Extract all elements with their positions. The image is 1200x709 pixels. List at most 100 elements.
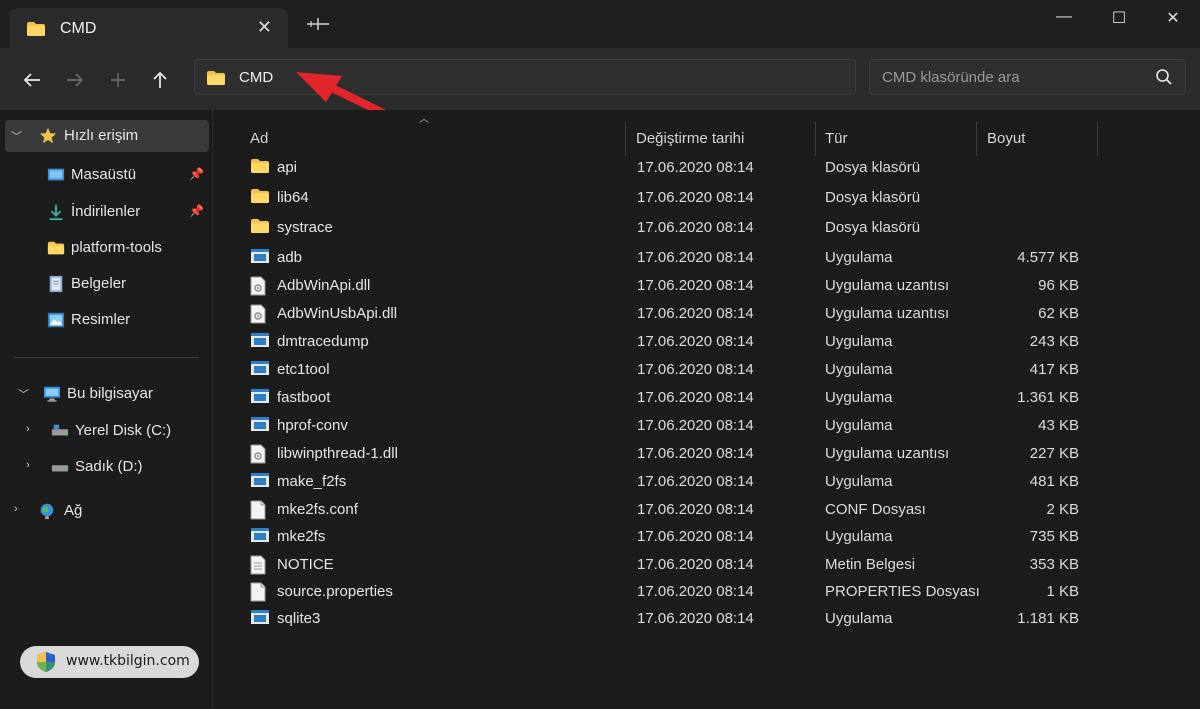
column-header-name[interactable]: Ad (240, 120, 626, 156)
file-name: mke2fs (277, 528, 326, 545)
file-date: 17.06.2020 08:14 (637, 219, 754, 236)
chevron-down-icon[interactable]: ﹀ (18, 386, 29, 402)
recent-locations-icon[interactable] (103, 65, 133, 95)
column-header-size[interactable]: Boyut (977, 120, 1098, 156)
file-name: fastboot (277, 389, 331, 406)
sidebar-item-documents[interactable]: Belgeler (0, 268, 210, 300)
sidebar-item-label: Belgeler (71, 275, 127, 292)
chevron-down-icon[interactable]: ﹀ (11, 128, 22, 144)
shield-icon (37, 652, 55, 672)
pin-icon[interactable]: 📌 (189, 204, 204, 218)
minimize-button[interactable]: — (1046, 8, 1082, 30)
file-date: 17.06.2020 08:14 (637, 189, 754, 206)
file-row[interactable]: libwinpthread-1.dll 17.06.2020 08:14 Uygul… (240, 440, 1090, 467)
file-date: 17.06.2020 08:14 (637, 159, 754, 176)
sidebar-item-desktop[interactable]: Masaüstü 📌 (0, 159, 210, 191)
sidebar-item-drive-d[interactable]: › Sadık (D:) (0, 451, 210, 483)
file-type: Dosya klasörü (825, 219, 921, 236)
file-icon (250, 582, 270, 602)
file-date: 17.06.2020 08:14 (637, 249, 754, 266)
file-size: 4.577 KB (1017, 249, 1079, 266)
pin-icon[interactable]: 📌 (189, 167, 204, 181)
back-arrow-icon[interactable] (18, 65, 48, 95)
file-row[interactable]: adb 17.06.2020 08:14 Uygulama 4.577 KB (240, 244, 1090, 271)
sidebar-item-label: Sadık (D:) (75, 458, 143, 475)
new-tab-icon[interactable] (305, 16, 331, 32)
chevron-right-icon[interactable]: › (26, 459, 30, 471)
file-row[interactable]: mke2fs 17.06.2020 08:14 Uygulama 735 KB (240, 523, 1090, 550)
file-date: 17.06.2020 08:14 (637, 556, 754, 573)
column-header-date[interactable]: Değiştirme tarihi (626, 120, 816, 156)
dll-icon (250, 304, 270, 324)
file-date: 17.06.2020 08:14 (637, 445, 754, 462)
file-name: make_f2fs (277, 473, 347, 490)
sidebar-divider (14, 357, 199, 358)
network-icon (40, 503, 54, 520)
sidebar-item-downloads[interactable]: İndirilenler 📌 (0, 196, 210, 228)
file-date: 17.06.2020 08:14 (637, 473, 754, 490)
text-file-icon (250, 555, 270, 575)
forward-arrow-icon[interactable] (60, 65, 90, 95)
file-row[interactable]: source.properties 17.06.2020 08:14 PROPERT… (240, 578, 1090, 605)
file-row[interactable]: etc1tool 17.06.2020 08:14 Uygulama 417 KB (240, 356, 1090, 383)
file-row[interactable]: dmtracedump 17.06.2020 08:14 Uygulama 243 K… (240, 328, 1090, 355)
file-icon (250, 500, 270, 520)
file-type: CONF Dosyası (825, 501, 926, 518)
file-row[interactable]: sqlite3 17.06.2020 08:14 Uygulama 1.181 KB (240, 605, 1090, 632)
folder-icon (250, 188, 270, 206)
sidebar-item-platform-tools[interactable]: platform-tools (0, 232, 210, 264)
sidebar-item-local-disk-c[interactable]: › Yerel Disk (C:) (0, 415, 210, 447)
app-icon (250, 248, 270, 266)
file-size: 2 KB (1046, 501, 1079, 518)
file-type: Uygulama uzantısı (825, 277, 950, 294)
file-row[interactable]: hprof-conv 17.06.2020 08:14 Uygulama 43 KB (240, 412, 1090, 439)
file-row[interactable]: AdbWinUsbApi.dll 17.06.2020 08:14 Uygulama… (240, 300, 1090, 327)
file-date: 17.06.2020 08:14 (637, 501, 754, 518)
sidebar-item-label: platform-tools (71, 239, 162, 256)
column-header-label: Ad (250, 130, 269, 147)
app-icon (250, 609, 270, 627)
file-row[interactable]: systrace 17.06.2020 08:14 Dosya klasörü (240, 214, 1090, 241)
app-icon (250, 388, 270, 406)
file-type: Uygulama (825, 610, 893, 627)
up-arrow-icon[interactable] (145, 65, 175, 95)
search-box[interactable]: CMD klasöründe ara (869, 59, 1186, 95)
tab-close-button[interactable]: ✕ (257, 17, 272, 38)
sidebar-item-label: İndirilenler (71, 203, 141, 220)
file-date: 17.06.2020 08:14 (637, 305, 754, 322)
search-icon[interactable] (1155, 68, 1173, 86)
sidebar-item-pictures[interactable]: Resimler (0, 304, 210, 336)
file-name: hprof-conv (277, 417, 348, 434)
file-row[interactable]: api 17.06.2020 08:14 Dosya klasörü (240, 154, 1090, 181)
file-type: Uygulama (825, 361, 893, 378)
sidebar-item-quick-access[interactable]: ﹀ Hızlı erişim (5, 120, 209, 152)
file-type: Uygulama (825, 249, 893, 266)
file-name: source.properties (277, 583, 393, 600)
chevron-right-icon[interactable]: › (26, 423, 30, 435)
file-row[interactable]: lib64 17.06.2020 08:14 Dosya klasörü (240, 184, 1090, 211)
sidebar-item-this-pc[interactable]: ﹀ Bu bilgisayar (0, 378, 210, 410)
tab-cmd[interactable]: CMD ✕ (10, 8, 288, 50)
dll-icon (250, 444, 270, 464)
file-row[interactable]: AdbWinApi.dll 17.06.2020 08:14 Uygulama uz… (240, 272, 1090, 299)
sidebar-item-network[interactable]: › Ağ (0, 495, 210, 527)
file-row[interactable]: make_f2fs 17.06.2020 08:14 Uygulama 481 KB (240, 468, 1090, 495)
computer-icon (43, 386, 61, 402)
file-row[interactable]: fastboot 17.06.2020 08:14 Uygulama 1.361 KB (240, 384, 1090, 411)
maximize-button[interactable]: ☐ (1101, 8, 1137, 30)
app-icon (250, 472, 270, 490)
column-header-label: Değiştirme tarihi (636, 130, 745, 147)
close-window-button[interactable]: ✕ (1155, 8, 1191, 30)
file-type: Metin Belgesi (825, 556, 916, 573)
file-name: mke2fs.conf (277, 501, 358, 518)
toolbar: CMD CMD klasöründe ara (0, 48, 1200, 110)
folder-icon (27, 22, 45, 36)
file-row[interactable]: NOTICE 17.06.2020 08:14 Metin Belgesi 353 K… (240, 551, 1090, 578)
sidebar-item-label: Ağ (64, 502, 83, 519)
column-header-type[interactable]: Tür (815, 120, 977, 156)
column-separator[interactable] (1097, 122, 1098, 156)
watermark-text: www.tkbilgin.com (66, 653, 190, 669)
file-row[interactable]: mke2fs.conf 17.06.2020 08:14 CONF Dosyası 2… (240, 496, 1090, 523)
file-name: dmtracedump (277, 333, 369, 350)
chevron-right-icon[interactable]: › (14, 503, 18, 515)
